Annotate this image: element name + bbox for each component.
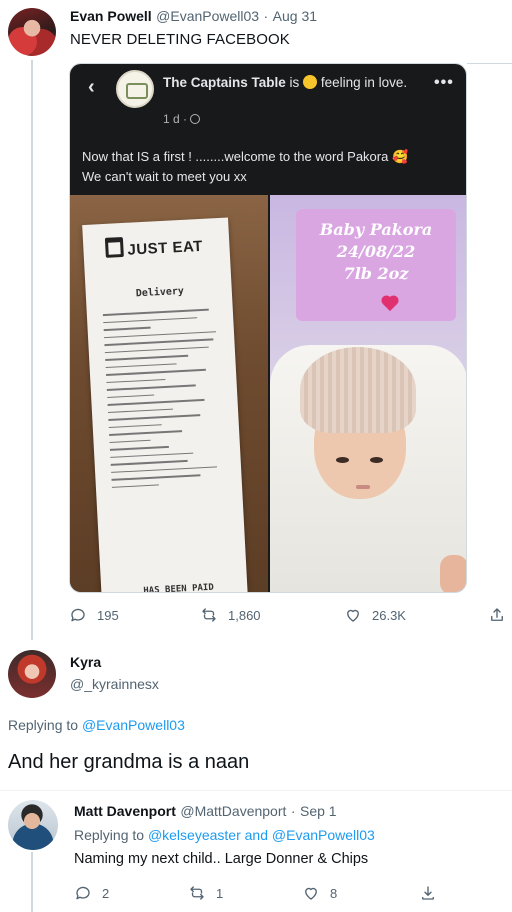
tweet-media-image[interactable]: ‹ The Captains Table is feeling in love.… (69, 63, 467, 593)
avatar[interactable] (8, 800, 58, 850)
like-button[interactable]: 8 (302, 884, 337, 902)
fb-post-line: Now that IS a first ! ........welcome to… (82, 149, 409, 164)
tweet-actions: 2 1 8 (74, 884, 454, 906)
fb-post-line: We can't wait to meet you xx (82, 169, 247, 184)
reply-icon (76, 886, 90, 900)
reply-count: 195 (97, 607, 119, 623)
tweet-actions: 195 1,860 26.3K (69, 606, 509, 628)
heart-icon (347, 609, 359, 622)
fb-post-title: The Captains Table is feeling in love. (163, 73, 408, 92)
more-options-icon: ••• (434, 74, 454, 91)
fb-status: feeling in love. (320, 75, 408, 90)
tweet-date[interactable]: Sep 1 (300, 803, 337, 819)
replying-label: Replying to (74, 827, 145, 843)
sign-line: Baby Pakora (319, 220, 433, 239)
share-button[interactable] (419, 884, 437, 902)
heart-icon (382, 296, 398, 312)
fb-page-name: The Captains Table (163, 75, 286, 90)
mention-link[interactable]: @EvanPowell03 (82, 717, 185, 733)
smile-emoji-icon (303, 75, 318, 89)
fb-post-text: Now that IS a first ! ........welcome to… (82, 147, 462, 187)
fb-status-prefix: is (289, 75, 300, 90)
reply-count: 2 (102, 885, 110, 901)
retweet-icon (202, 608, 216, 622)
reply-icon (71, 608, 85, 622)
sign-line: 24/08/22 (336, 242, 416, 261)
replying-to: Replying to @kelseyeaster and @EvanPowel… (74, 827, 375, 843)
baby-hat (300, 347, 416, 433)
share-button[interactable] (488, 606, 506, 624)
receipt-logo: JUST EAT (105, 233, 203, 260)
separator: · (290, 803, 296, 819)
fb-meta-text: 1 d · (163, 112, 188, 126)
receipt-delivery: Delivery (135, 285, 185, 300)
receipt-lines (102, 302, 231, 494)
avatar[interactable] (8, 650, 56, 698)
retweet-button[interactable]: 1 (188, 884, 223, 902)
fb-post-meta: 1 d · (163, 112, 201, 126)
media-next-preview[interactable] (467, 63, 512, 593)
tweet-text: NEVER DELETING FACEBOOK (70, 31, 290, 48)
reply-button[interactable]: 195 (69, 606, 119, 624)
like-count: 26.3K (372, 607, 406, 623)
mention-link[interactable]: @kelseyeaster (148, 827, 241, 843)
like-button[interactable]: 26.3K (344, 606, 406, 624)
thread-line (31, 60, 33, 640)
replying-and: and (244, 827, 268, 843)
author-name[interactable]: Kyra (70, 654, 101, 670)
tweet-text: Naming my next child.. Large Donner & Ch… (74, 851, 369, 867)
baby-photo: Baby Pakora 24/08/22 7lb 2oz (270, 195, 466, 592)
retweet-count: 1,860 (228, 607, 261, 623)
receipt: JUST EAT Delivery HAS BEEN PAID (82, 217, 248, 593)
author-name[interactable]: Evan Powell (70, 8, 152, 24)
retweet-count: 1 (216, 885, 224, 901)
tweet-header: Evan Powell @EvanPowell03 · Aug 31 (70, 8, 317, 26)
retweet-icon (190, 886, 204, 900)
back-arrow-icon: ‹ (88, 76, 95, 98)
author-name[interactable]: Matt Davenport (74, 803, 176, 819)
tweet-date[interactable]: Aug 31 (273, 8, 317, 24)
separator: · (263, 8, 269, 24)
hand (440, 555, 466, 592)
share-icon (422, 886, 434, 900)
author-handle[interactable]: @MattDavenport (180, 803, 286, 819)
retweet-button[interactable]: 1,860 (200, 606, 261, 624)
globe-icon (190, 114, 201, 124)
mention-link[interactable]: @EvanPowell03 (272, 827, 375, 843)
replying-to: Replying to @EvanPowell03 (8, 717, 185, 733)
tweet-header: Matt Davenport @MattDavenport · Sep 1 (74, 803, 337, 821)
author-handle[interactable]: @EvanPowell03 (156, 8, 259, 24)
sign-line: 7lb 2oz (343, 264, 409, 283)
heart-icon (305, 887, 317, 900)
replying-label: Replying to (8, 717, 79, 733)
baby-sign: Baby Pakora 24/08/22 7lb 2oz (296, 209, 456, 321)
receipt-paid: HAS BEEN PAID (143, 582, 215, 593)
like-count: 8 (330, 885, 338, 901)
avatar[interactable] (8, 8, 56, 56)
tweet-text: And her grandma is a naan (8, 751, 250, 773)
thread-line (31, 852, 33, 912)
page-logo-icon (116, 70, 154, 108)
author-handle[interactable]: @_kyrainnesx (70, 676, 159, 692)
reply-button[interactable]: 2 (74, 884, 109, 902)
divider (0, 790, 512, 791)
receipt-photo: JUST EAT Delivery HAS BEEN PAID (70, 195, 268, 593)
share-icon (491, 608, 503, 621)
